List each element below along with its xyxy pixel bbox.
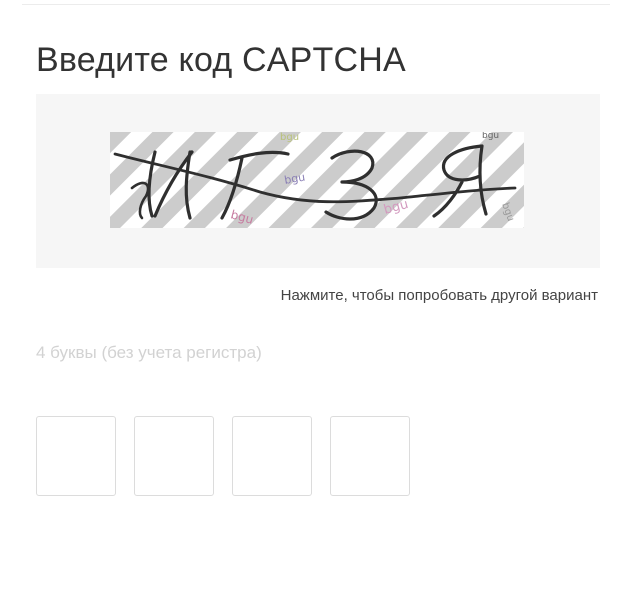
captcha-noise-text: bgu — [280, 132, 299, 143]
captcha-letter-input-2[interactable] — [134, 416, 214, 496]
page-title: Введите код CAPTCHA — [36, 41, 406, 79]
captcha-letter-input-4[interactable] — [330, 416, 410, 496]
captcha-page: Введите код CAPTCHA bgu bgu bgu bgu bgu … — [0, 0, 624, 610]
top-divider — [22, 4, 610, 5]
captcha-code-inputs — [36, 416, 410, 496]
captcha-letter-input-3[interactable] — [232, 416, 312, 496]
captcha-letter-input-1[interactable] — [36, 416, 116, 496]
captcha-image-area[interactable]: bgu bgu bgu bgu bgu bgu — [36, 94, 600, 268]
refresh-captcha-link[interactable]: Нажмите, чтобы попробовать другой вариан… — [281, 287, 598, 304]
captcha-image[interactable]: bgu bgu bgu bgu bgu bgu — [110, 132, 524, 228]
captcha-noise-text: bgu — [482, 132, 499, 141]
captcha-hint: 4 буквы (без учета регистра) — [36, 343, 262, 362]
